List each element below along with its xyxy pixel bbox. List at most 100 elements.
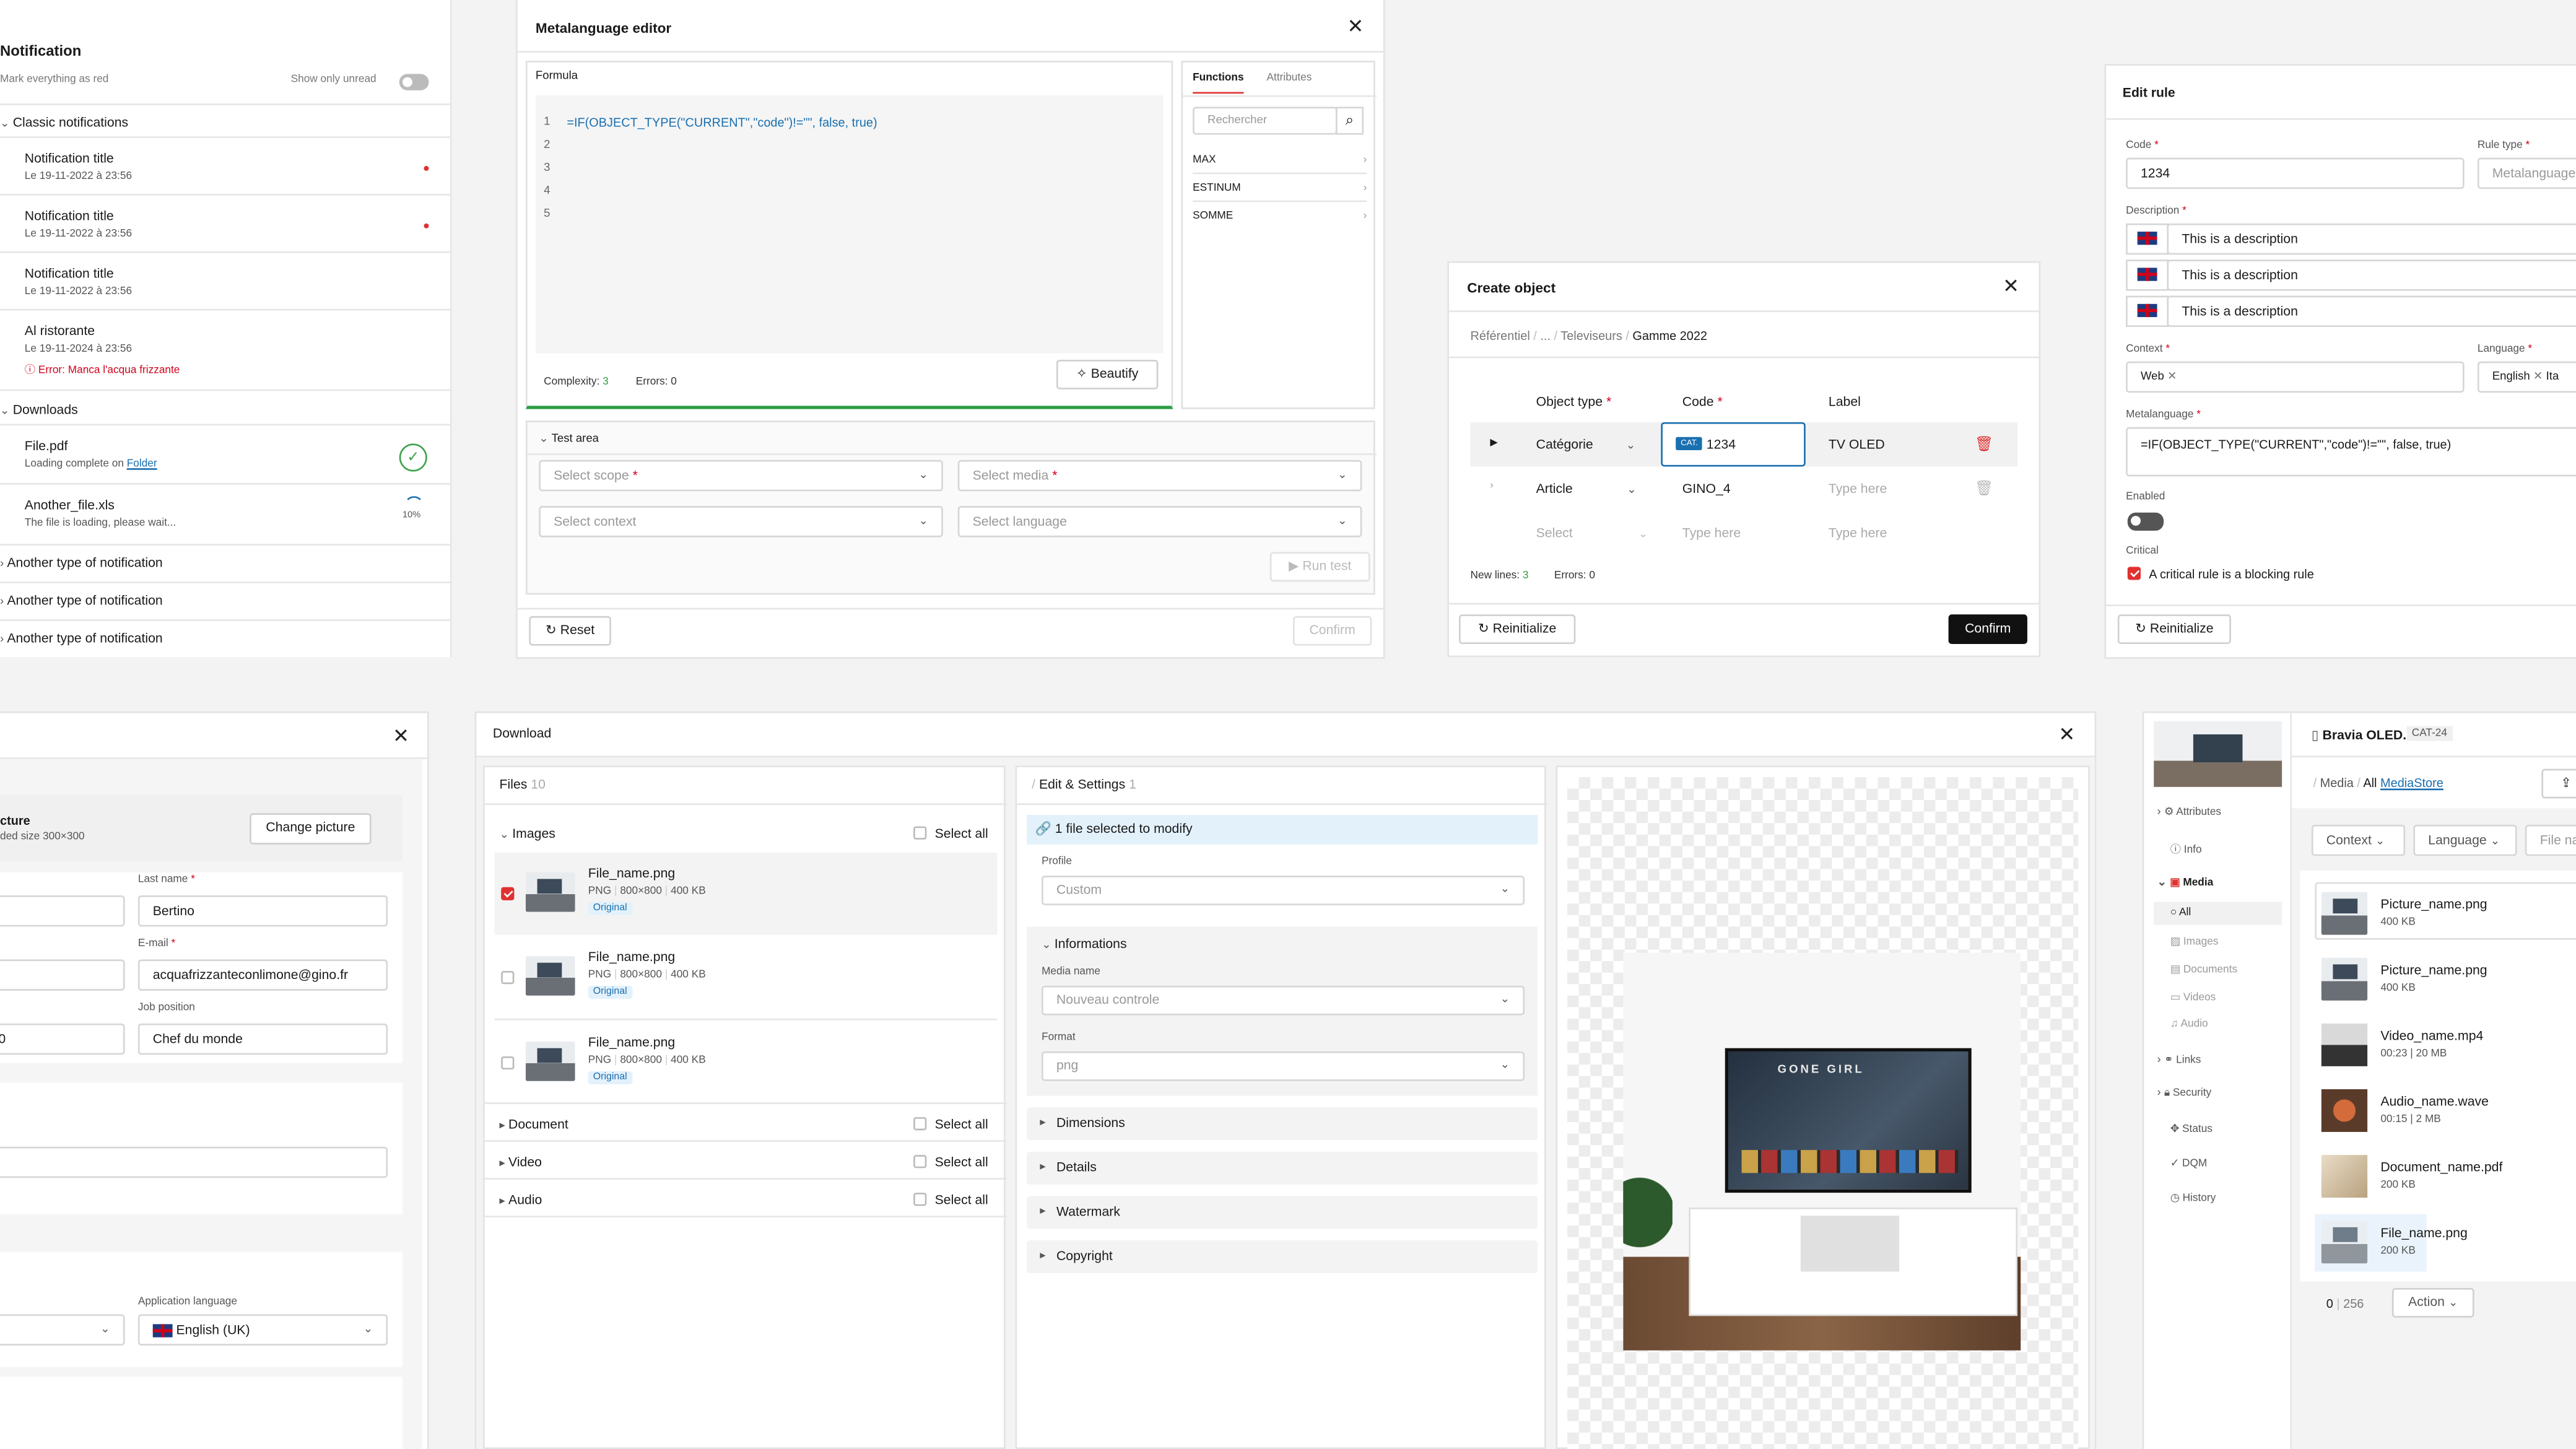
tree-item-videos[interactable]: ▭ Videos [2170,991,2216,1004]
copyright-section[interactable]: ▸ Copyright [1027,1240,1538,1274]
file-name-filter[interactable]: File na [2525,824,2576,856]
downloads-group-header[interactable]: ⌄ Downloads [0,402,78,417]
scope-select[interactable]: Select scope * ⌄ [539,459,943,492]
mediastore-link[interactable]: MediaStore [2380,775,2443,790]
select-all-checkbox[interactable] [913,1155,927,1168]
language-select[interactable]: Select language ⌄ [957,506,1362,537]
preference-select[interactable]: ⌄ [0,1314,125,1346]
email-input[interactable]: acquafrizzanteconlimone@gino.fr [137,959,388,991]
breadcrumb-item[interactable]: Référentiel [1471,329,1530,344]
upload-button[interactable]: ⇪ [2541,768,2576,799]
close-icon[interactable]: ✕ [2003,276,2019,296]
close-icon[interactable]: ✕ [1347,17,1364,37]
notification-group-header[interactable]: › Another type of notification [0,555,163,570]
classic-group-header[interactable]: ⌄ Classic notifications [0,115,128,130]
label-cell[interactable]: Type here [1829,526,1887,541]
context-filter[interactable]: Context ⌄ [2311,824,2406,856]
description-input[interactable]: This is a description [2167,295,2576,327]
document-section-header[interactable]: ▸ Document [500,1117,568,1132]
reset-button[interactable]: ↻ Reset [529,616,611,646]
code-input[interactable]: CAT. 1234 [1661,422,1806,467]
mark-all-read-link[interactable]: Mark everything as red [0,74,108,85]
tree-item-links[interactable]: › ⚭ Links [2157,1053,2201,1066]
description-input[interactable]: This is a description [2167,259,2576,291]
breadcrumb-item[interactable]: ... [1540,329,1551,344]
select-all-checkbox[interactable] [913,1193,927,1206]
last-name-input[interactable]: Bertino [137,895,388,927]
caret-right-icon[interactable]: ▶ [1490,437,1497,448]
tree-item-attributes[interactable]: › ⚙ Attributes [2157,805,2222,819]
audio-section-header[interactable]: ▸ Audio [500,1193,542,1208]
run-test-button[interactable]: ▶ Run test [1269,552,1370,582]
notification-item[interactable]: Notification title Le 19-11-2022 à 23:56 [25,151,132,182]
tree-item-dqm[interactable]: ✓ DQM [2170,1157,2208,1170]
reinitialize-button[interactable]: ↻ Reinitialize [1458,614,1576,645]
tree-item-info[interactable]: ⓘ Info [2170,840,2202,856]
close-icon[interactable]: ✕ [2533,372,2543,383]
context-multiselect[interactable]: Web ✕ [2126,361,2465,393]
download-item[interactable]: Another_file.xls The file is loading, ple… [25,498,176,529]
code-cell[interactable]: Type here [1682,526,1741,541]
breadcrumb-all[interactable]: All [2363,775,2377,790]
notification-item[interactable]: Notification title Le 19-11-2022 à 23:56 [25,209,132,240]
function-list-item[interactable]: ESTINUM › [1193,182,1367,194]
watermark-section[interactable]: ▸ Watermark [1027,1196,1538,1229]
video-section-header[interactable]: ▸ Video [500,1155,542,1170]
tab-attributes[interactable]: Attributes [1267,72,1312,84]
test-area-header[interactable]: ⌄ Test area [539,432,599,445]
tree-item-history[interactable]: ◷ History [2170,1191,2216,1204]
language-multiselect[interactable]: English ✕ Ita [2477,361,2576,393]
download-item[interactable]: File.pdf Loading complete on Folder [25,438,157,469]
function-search-input[interactable]: Rechercher [1193,107,1338,135]
caret-right-icon[interactable]: › [1490,481,1493,491]
tree-item-media[interactable]: ⌄ ▣ Media [2157,876,2214,889]
media-name-select[interactable]: Nouveau controle ⌄ [1042,985,1525,1016]
action-dropdown[interactable]: Action ⌄ [2391,1288,2474,1318]
file-checkbox[interactable] [501,887,515,900]
close-icon[interactable]: ✕ [393,726,409,746]
department-input[interactable]: 0 [0,1023,125,1055]
tree-item-all[interactable]: ○ All [2170,907,2191,919]
description-input[interactable]: This is a description [2167,223,2576,255]
code-input[interactable]: 1234 [2126,157,2465,189]
dimensions-section[interactable]: ▸ Dimensions [1027,1107,1538,1141]
type-select[interactable]: Article ⌄ [1536,481,1637,496]
notification-item[interactable]: Notification title Le 19-11-2022 à 23:56 [25,266,132,297]
details-section[interactable]: ▸ Details [1027,1151,1538,1185]
phone-input[interactable] [0,959,125,991]
code-editor[interactable]: 12345 =IF(OBJECT_TYPE("CURRENT","code")!… [535,95,1164,354]
first-name-input[interactable] [0,895,125,927]
enabled-toggle[interactable] [2127,512,2164,531]
tree-item-images[interactable]: ▨ Images [2170,935,2219,948]
confirm-button[interactable]: Confirm [1948,614,2027,645]
tree-item-audio[interactable]: ♫ Audio [2170,1019,2208,1030]
folder-link[interactable]: Folder [127,458,157,470]
context-select[interactable]: Select context ⌄ [539,506,943,537]
language-filter[interactable]: Language ⌄ [2413,824,2517,856]
trash-icon[interactable]: 🗑 [1975,435,1993,453]
file-checkbox[interactable] [501,970,515,985]
profile-select[interactable]: Custom ⌄ [1042,876,1525,905]
notification-item[interactable]: Al ristorante Le 19-11-2024 à 23:56 ⓘ Err… [25,324,180,376]
close-icon[interactable]: ✕ [2167,372,2177,383]
select-all-checkbox[interactable] [913,826,927,840]
beautify-button[interactable]: ✧ Beautify [1056,360,1159,389]
breadcrumb-media[interactable]: Media [2320,775,2354,790]
show-unread-toggle[interactable] [399,74,429,90]
confirm-button[interactable]: Confirm [1292,616,1372,646]
close-icon[interactable]: ✕ [2058,724,2075,744]
code-cell[interactable]: GINO_4 [1682,481,1731,496]
critical-checkbox[interactable] [2127,567,2141,580]
images-section-header[interactable]: ⌄ Images [500,827,555,842]
trash-icon[interactable]: 🗑 [1975,480,1993,498]
tree-item-documents[interactable]: ▤ Documents [2170,963,2237,976]
app-language-select[interactable]: English (UK) ⌄ [137,1314,388,1346]
search-button[interactable]: ⌕ [1335,107,1364,135]
informations-header[interactable]: ⌄ Informations [1042,936,1127,951]
change-picture-button[interactable]: Change picture [250,813,372,845]
label-cell[interactable]: Type here [1829,481,1887,496]
reinitialize-button[interactable]: ↻ Reinitialize [2117,614,2231,645]
format-select[interactable]: png ⌄ [1042,1051,1525,1081]
type-select[interactable]: Select ⌄ [1536,526,1648,541]
metalanguage-input[interactable]: =IF(OBJECT_TYPE("CURRENT","code")!="", f… [2126,427,2576,477]
